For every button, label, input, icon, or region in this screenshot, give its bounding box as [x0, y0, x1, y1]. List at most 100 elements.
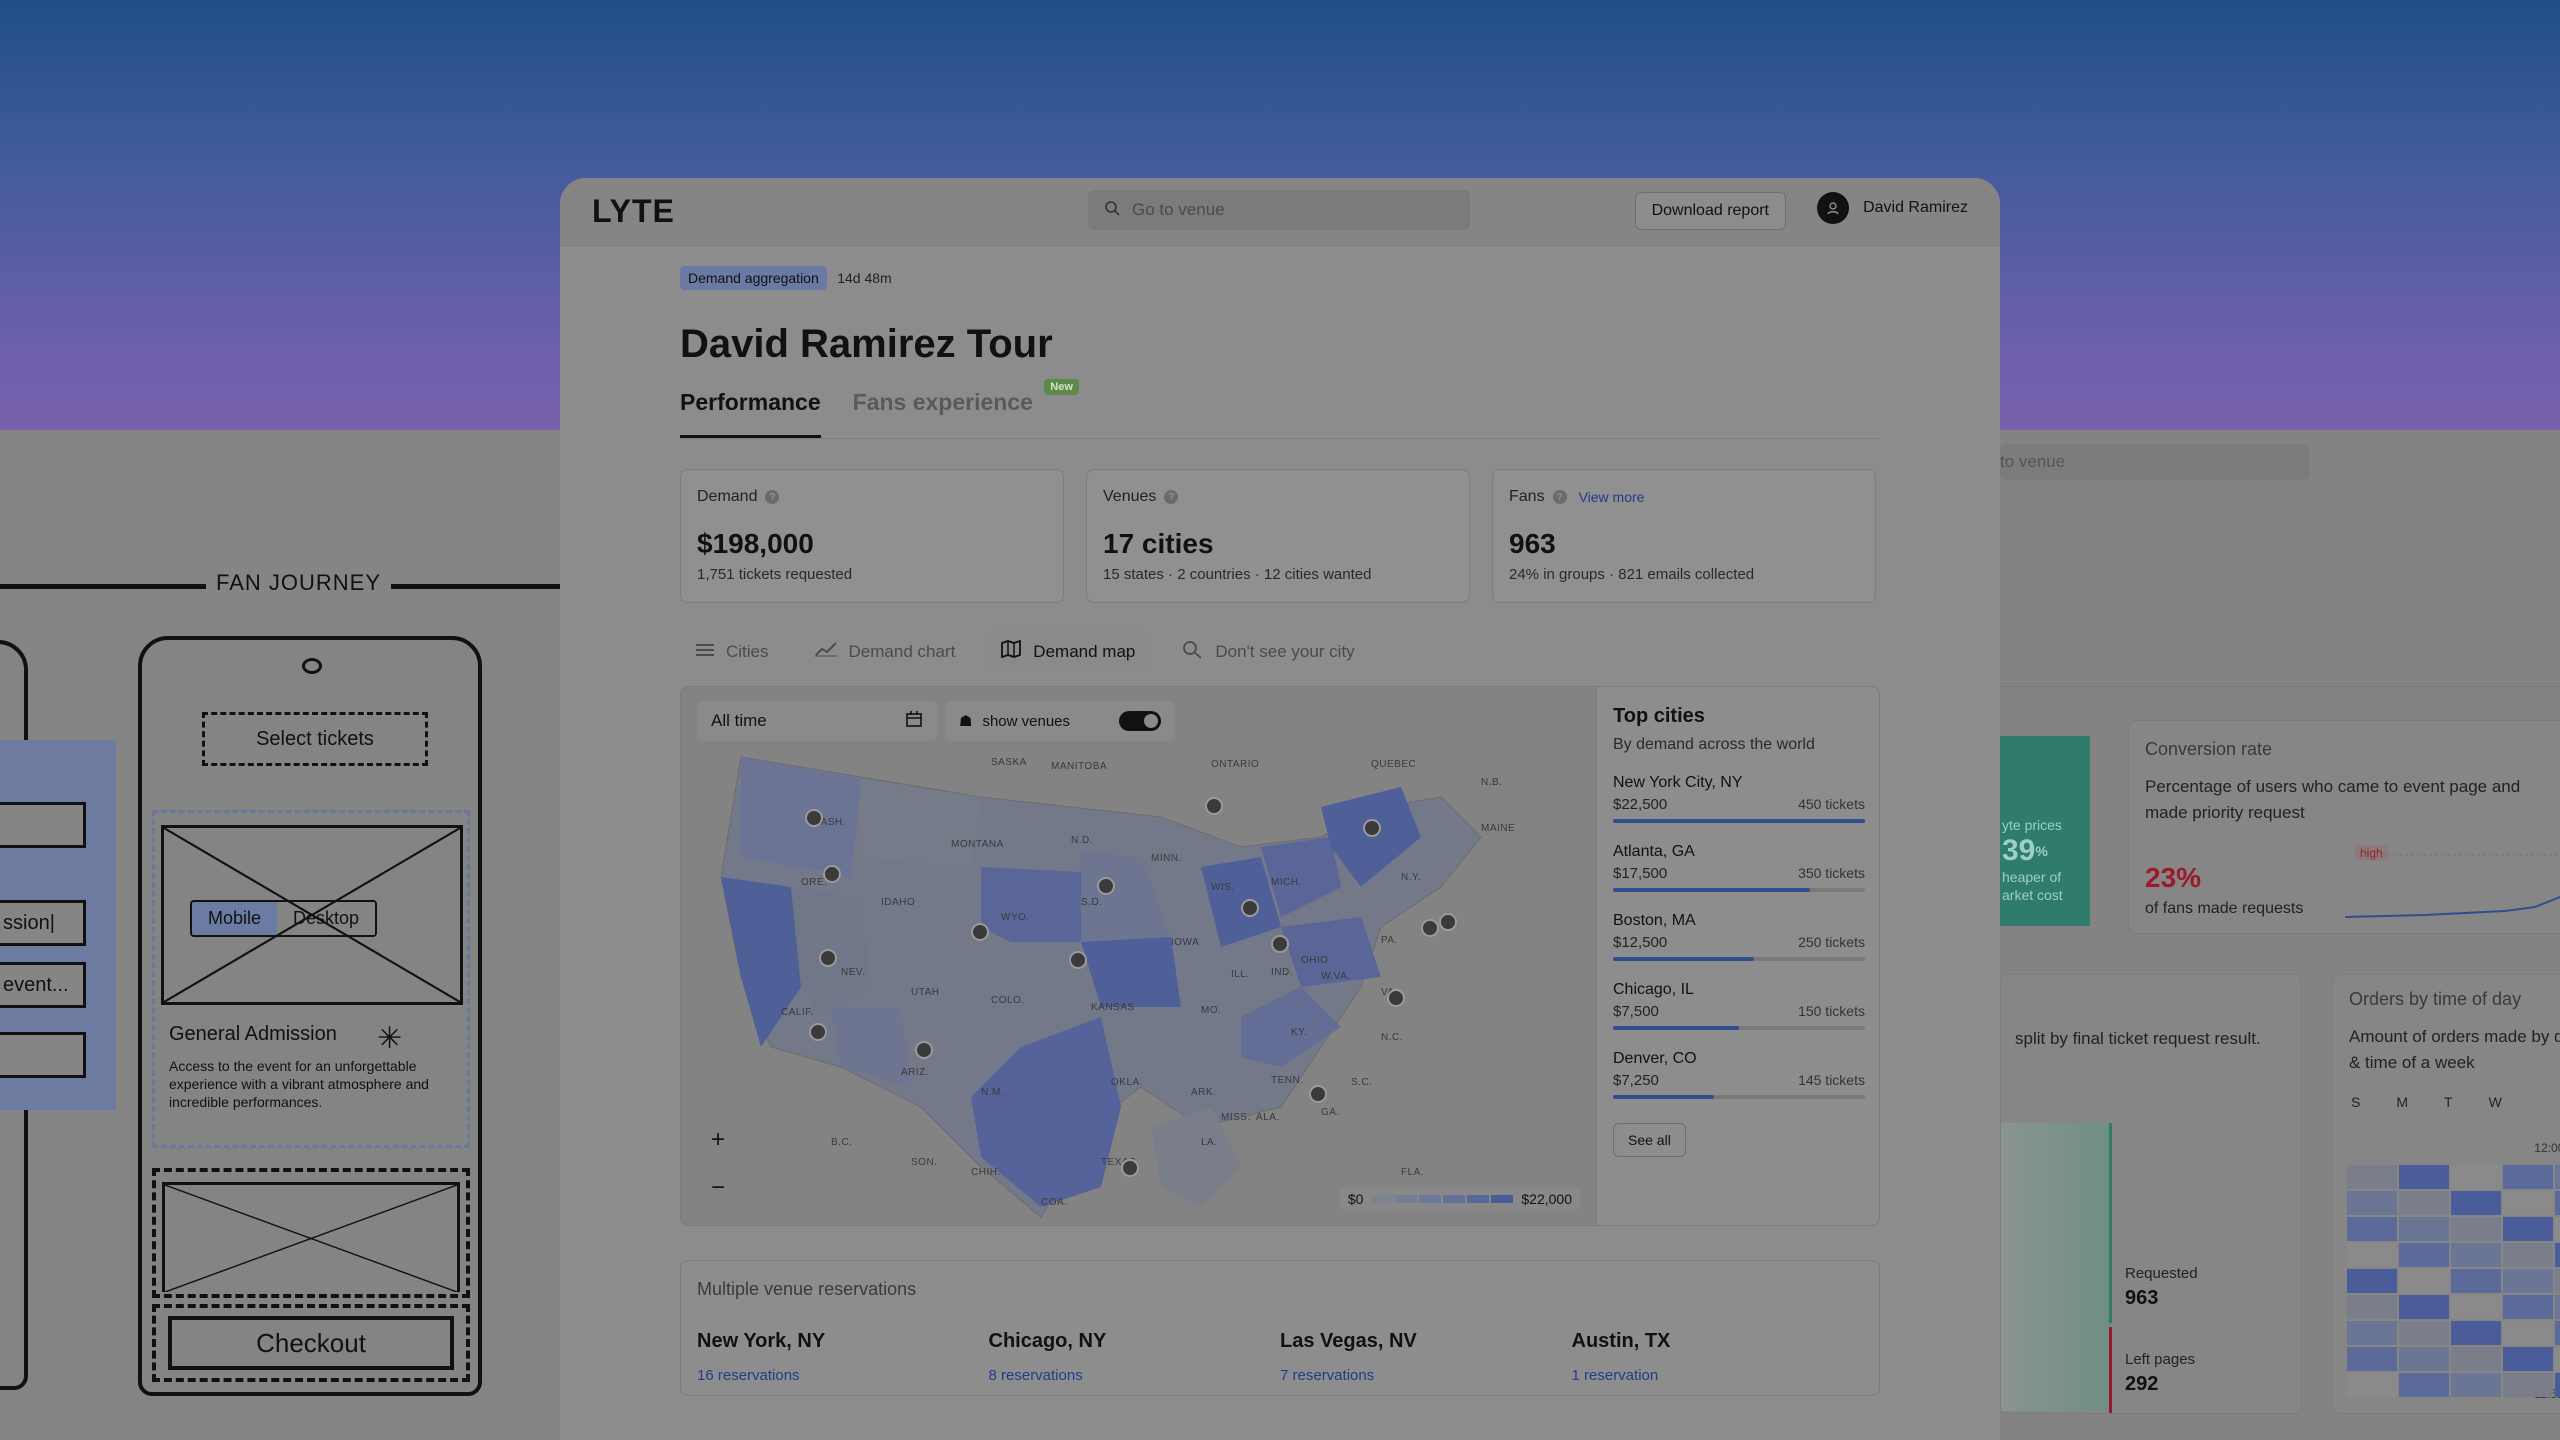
- heatmap-cell: [2347, 1347, 2397, 1371]
- ticket-option-placeholder: [152, 1168, 470, 1298]
- see-all-button[interactable]: See all: [1613, 1123, 1686, 1157]
- map-region-label: WYO.: [1001, 912, 1030, 923]
- user-menu[interactable]: David Ramirez: [1817, 192, 1968, 224]
- map-region-label: S.D.: [1081, 897, 1103, 908]
- venue-marker-icon[interactable]: [823, 865, 841, 883]
- demand-map[interactable]: SASKA MANITOBA ONTARIO QUEBEC N.B. WASH. MONTA…: [681, 687, 1596, 1225]
- map-region-label: ARIZ.: [901, 1067, 930, 1078]
- heatmap-cell: [2555, 1243, 2560, 1267]
- divider: [2000, 686, 2560, 687]
- heatmap-cell: [2451, 1295, 2501, 1319]
- tab-demand-map[interactable]: Demand map: [985, 630, 1152, 673]
- calendar-icon: [905, 710, 923, 733]
- left-pages-value: 292: [2125, 1373, 2159, 1395]
- city-demand-bar: [1613, 819, 1865, 823]
- tab-demand-chart[interactable]: Demand chart: [799, 631, 972, 672]
- heatmap-cell: [2503, 1165, 2553, 1189]
- time-filter-select[interactable]: All time: [697, 701, 937, 741]
- top-city-item[interactable]: Boston, MA $12,500 250 tickets: [1613, 912, 1865, 961]
- map-region-label: FLA.: [1401, 1167, 1425, 1178]
- heatmap-cell: [2555, 1165, 2560, 1189]
- reservation-count-link[interactable]: 16 reservations: [697, 1367, 989, 1384]
- help-icon[interactable]: ?: [1164, 490, 1179, 504]
- top-city-item[interactable]: Denver, CO $7,250 145 tickets: [1613, 1050, 1865, 1099]
- heatmap-cell: [2347, 1321, 2397, 1345]
- requested-value: 963: [2125, 1287, 2159, 1309]
- venue-reservations-card: Multiple venue reservations New York, NY…: [680, 1260, 1880, 1396]
- map-region-label: QUEBEC: [1371, 759, 1417, 770]
- checkout-button[interactable]: Checkout: [168, 1316, 454, 1370]
- venue-marker-icon[interactable]: [1439, 913, 1457, 931]
- top-city-item[interactable]: Atlanta, GA $17,500 350 tickets: [1613, 843, 1865, 892]
- tab-label: Cities: [726, 641, 769, 661]
- heatmap-cell: [2399, 1217, 2449, 1241]
- venue-marker-icon[interactable]: [1121, 1159, 1139, 1177]
- search-input[interactable]: Go to venue: [1088, 190, 1470, 230]
- show-venues-toggle[interactable]: [1119, 711, 1161, 731]
- heatmap-cell: [2503, 1373, 2553, 1397]
- reservation-count-link[interactable]: 8 reservations: [989, 1367, 1281, 1384]
- line-chart-icon: [814, 641, 837, 662]
- heatmap-cell: [2555, 1347, 2560, 1371]
- image-placeholder-icon: [162, 1182, 460, 1292]
- venue-marker-icon[interactable]: [1097, 877, 1115, 895]
- venue-marker-icon[interactable]: [819, 949, 837, 967]
- map-icon: [1001, 639, 1022, 663]
- map-region-label: SASKA: [991, 757, 1027, 768]
- venue-marker-icon[interactable]: [1241, 899, 1259, 917]
- reservation-count-link[interactable]: 7 reservations: [1280, 1367, 1572, 1384]
- top-city-item[interactable]: New York City, NY $22,500 450 tickets: [1613, 774, 1865, 823]
- tab-dont-see-city[interactable]: Don't see your city: [1165, 629, 1370, 674]
- venue-marker-icon[interactable]: [1387, 989, 1405, 1007]
- venue-marker-icon[interactable]: [1309, 1085, 1327, 1103]
- zoom-in-button[interactable]: +: [705, 1126, 731, 1153]
- venue-marker-icon[interactable]: [915, 1041, 933, 1059]
- city-tickets: 350 tickets: [1798, 865, 1865, 881]
- venue-marker-icon[interactable]: [1421, 919, 1439, 937]
- help-icon[interactable]: ?: [1552, 490, 1567, 504]
- map-region-label: N.Y.: [1401, 872, 1422, 883]
- tab-performance[interactable]: Performance: [680, 389, 821, 438]
- help-icon[interactable]: ?: [765, 490, 780, 504]
- heatmap-cell: [2451, 1191, 2501, 1215]
- venue-marker-icon[interactable]: [1205, 797, 1223, 815]
- zoom-out-button[interactable]: −: [705, 1174, 731, 1201]
- download-report-button[interactable]: Download report: [1634, 192, 1786, 230]
- heatmap-cell: [2555, 1191, 2560, 1215]
- map-region-label: COA.: [1041, 1197, 1068, 1208]
- tab-fans-experience[interactable]: Fans experience New: [853, 379, 1079, 438]
- city-name: Chicago, IL: [1613, 981, 1694, 998]
- map-region-label: IND.: [1271, 967, 1293, 978]
- view-more-link[interactable]: View more: [1579, 489, 1645, 505]
- lyte-logo[interactable]: LYTE: [592, 193, 675, 230]
- map-region-label: IOWA: [1171, 937, 1200, 948]
- list-icon: [696, 642, 714, 662]
- top-city-item[interactable]: Chicago, IL $7,500 150 tickets: [1613, 981, 1865, 1030]
- day-label: T: [2444, 1094, 2453, 1110]
- legend-scale: [1371, 1195, 1514, 1203]
- venue-marker-icon[interactable]: [805, 809, 823, 827]
- reservation-count-link[interactable]: 1 reservation: [1572, 1367, 1864, 1384]
- heatmap-cell: [2347, 1373, 2397, 1397]
- map-region-label: ARK.: [1191, 1087, 1217, 1098]
- tab-cities[interactable]: Cities: [680, 632, 785, 672]
- venue-marker-icon[interactable]: [809, 1023, 827, 1041]
- heatmap-cell: [2555, 1269, 2560, 1293]
- demand-card: Demand? $198,000 1,751 tickets requested: [680, 469, 1064, 603]
- city-amount: $7,500: [1613, 1003, 1659, 1020]
- venue-marker-icon[interactable]: [971, 923, 989, 941]
- heatmap-cell: [2347, 1191, 2397, 1215]
- funnel-flow: [2001, 1123, 2111, 1411]
- map-region-label: N.B.: [1481, 777, 1503, 788]
- conversion-description: Percentage of users who came to event pa…: [2145, 777, 2521, 822]
- select-tickets-box: Select tickets: [202, 712, 428, 766]
- city-tickets: 450 tickets: [1798, 796, 1865, 812]
- heatmap-cell: [2347, 1269, 2397, 1293]
- wireframe-form-panel: ssion| event...: [0, 740, 116, 1110]
- venue-marker-icon[interactable]: [1363, 819, 1381, 837]
- time-filter-value: All time: [711, 711, 767, 730]
- venue-marker-icon[interactable]: [1069, 951, 1087, 969]
- venue-marker-icon[interactable]: [1271, 935, 1289, 953]
- heatmap-cell: [2347, 1217, 2397, 1241]
- reservation-item: Las Vegas, NV 7 reservations: [1280, 1330, 1572, 1384]
